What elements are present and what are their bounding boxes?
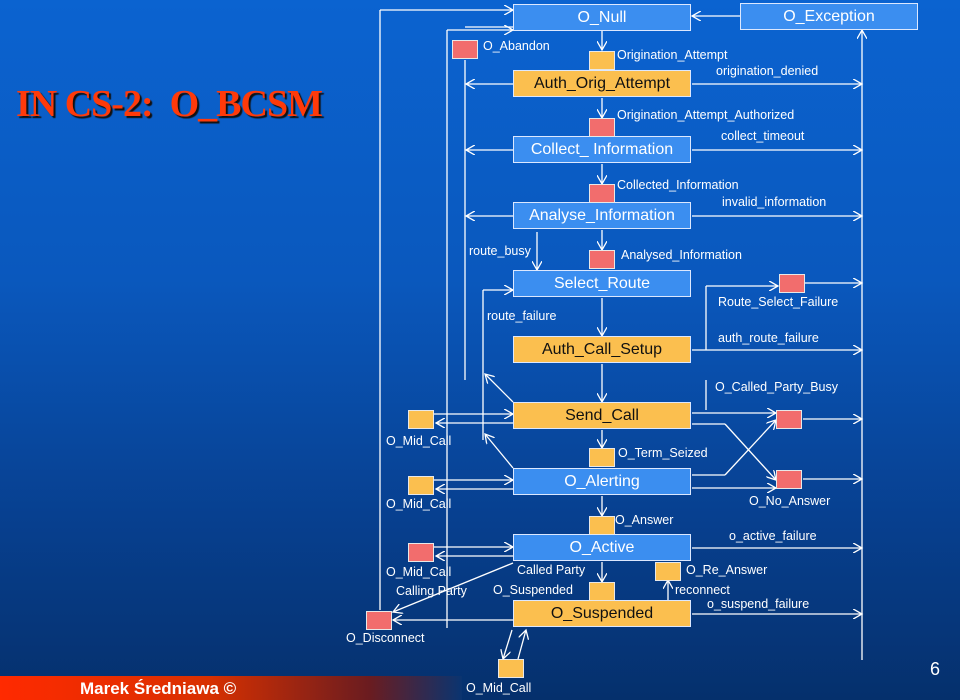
label-o-suspended: O_Suspended xyxy=(493,583,573,597)
author: Marek Średniawa © xyxy=(80,679,237,698)
transition-lines xyxy=(379,0,960,700)
state-select-route: Select_Route xyxy=(513,270,691,297)
dp-o-abandon xyxy=(452,40,478,59)
label-route-failure: route_failure xyxy=(487,309,557,323)
label-o-mid-call-1: O_Mid_Call xyxy=(386,434,452,448)
dp-o-called-party-busy xyxy=(776,410,802,429)
state-auth-orig-attempt: Auth_Orig_Attempt xyxy=(513,70,691,97)
dp-o-disconnect xyxy=(366,611,392,630)
dp-o-mid-call-alerting xyxy=(408,476,434,495)
label-origination-attempt: Origination_Attempt xyxy=(617,48,728,62)
label-o-no-answer: O_No_Answer xyxy=(749,494,831,508)
state-analyse-information: Analyse_Information xyxy=(513,202,691,229)
label-o-mid-call-4: O_Mid_Call xyxy=(466,681,532,695)
dp-o-suspended xyxy=(589,582,615,601)
state-o-alerting: O_Alerting xyxy=(513,468,691,495)
label-o-re-answer: O_Re_Answer xyxy=(686,563,768,577)
label-o-called-party-busy: O_Called_Party_Busy xyxy=(715,380,838,394)
label-collected-information: Collected_Information xyxy=(617,178,739,192)
state-send-call: Send_Call xyxy=(513,402,691,429)
dp-o-mid-call-suspended xyxy=(498,659,524,678)
label-o-suspend-failure: o_suspend_failure xyxy=(707,597,810,611)
dp-o-no-answer xyxy=(776,470,802,489)
label-analysed-information: Analysed_Information xyxy=(621,248,742,262)
dp-o-re-answer xyxy=(655,562,681,581)
label-o-disconnect: O_Disconnect xyxy=(346,631,425,645)
label-o-mid-call-3: O_Mid_Call xyxy=(386,565,452,579)
label-reconnect: reconnect xyxy=(675,583,730,597)
label-origination-attempt-authorized: Origination_Attempt_Authorized xyxy=(617,108,795,122)
dp-analysed-information xyxy=(589,250,615,269)
label-origination-denied: origination_denied xyxy=(716,64,819,78)
dp-origination-attempt-authorized xyxy=(589,118,615,137)
state-o-suspended: O_Suspended xyxy=(513,600,691,627)
page-number: 6 xyxy=(930,659,941,679)
label-o-mid-call-2: O_Mid_Call xyxy=(386,497,452,511)
state-o-exception: O_Exception xyxy=(740,3,918,30)
dp-o-term-seized xyxy=(589,448,615,467)
dp-o-answer xyxy=(589,516,615,535)
label-route-select-failure: Route_Select_Failure xyxy=(718,295,839,309)
label-route-busy: route_busy xyxy=(469,244,531,258)
state-o-null: O_Null xyxy=(513,4,691,31)
dp-o-mid-call-active xyxy=(408,543,434,562)
label-o-term-seized: O_Term_Seized xyxy=(618,446,708,460)
dp-o-mid-call-send xyxy=(408,410,434,429)
state-auth-call-setup: Auth_Call_Setup xyxy=(513,336,691,363)
state-collect-information: Collect_ Information xyxy=(513,136,691,163)
label-calling-party: Calling Party xyxy=(396,584,467,598)
dp-collected-information xyxy=(589,184,615,203)
dp-origination-attempt xyxy=(589,51,615,70)
label-invalid-information: invalid_information xyxy=(722,195,827,209)
label-auth-route-failure: auth_route_failure xyxy=(718,331,819,345)
label-o-abandon: O_Abandon xyxy=(483,39,550,53)
label-o-answer: O_Answer xyxy=(615,513,674,527)
label-collect-timeout: collect_timeout xyxy=(721,129,805,143)
dp-route-select-failure xyxy=(779,274,805,293)
state-o-active: O_Active xyxy=(513,534,691,561)
label-called-party: Called Party xyxy=(517,563,586,577)
label-o-active-failure: o_active_failure xyxy=(729,529,817,543)
